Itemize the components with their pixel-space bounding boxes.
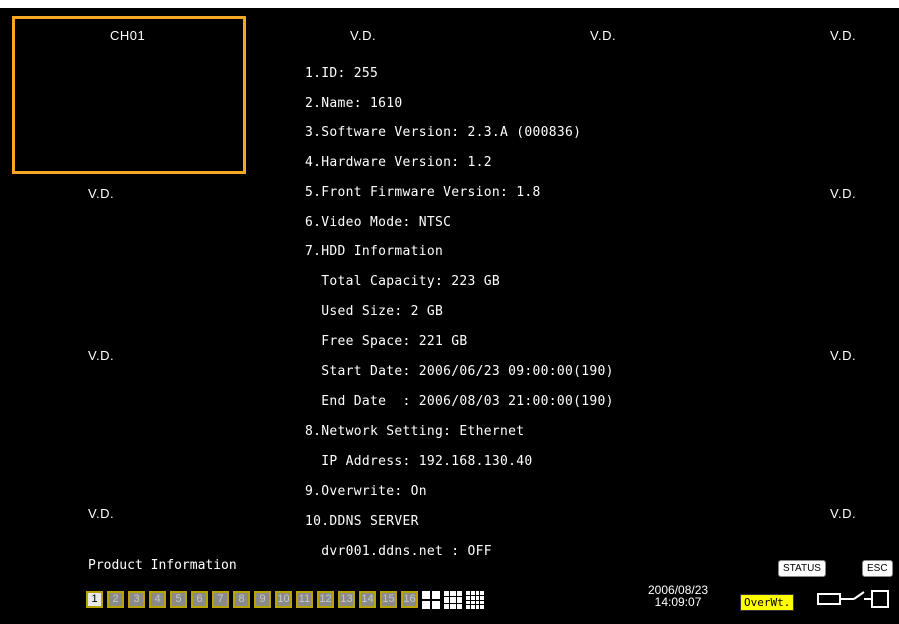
video-detect-label-3: V.D. [590,28,617,43]
channel-button-13[interactable]: 13 [338,591,355,608]
channel-button-9[interactable]: 9 [254,591,271,608]
datetime-display: 2006/08/23 14:09:07 [648,584,708,608]
info-id: 1.ID: 255 [305,66,379,81]
info-ip-address: IP Address: 192.168.130.40 [305,454,533,469]
quad-view-icon[interactable] [422,591,440,609]
channel-button-3[interactable]: 3 [128,591,145,608]
channel-button-14[interactable]: 14 [359,591,376,608]
info-free-space: Free Space: 221 GB [305,334,468,349]
info-end-date: End Date : 2006/08/03 21:00:00(190) [305,394,614,409]
channel-button-8[interactable]: 8 [233,591,250,608]
video-detect-label-16: V.D. [830,506,857,521]
channel-selector: 1 2 3 4 5 6 7 8 9 10 11 12 13 14 15 16 [86,591,484,613]
channel-button-12[interactable]: 12 [317,591,334,608]
video-detect-label-2: V.D. [350,28,377,43]
info-network-setting: 8.Network Setting: Ethernet [305,424,525,439]
info-hardware-version: 4.Hardware Version: 1.2 [305,155,492,170]
channel-button-1[interactable]: 1 [86,591,103,608]
dvr-screen: CH01 V.D. V.D. V.D. V.D. V.D. V.D. V.D. … [0,8,899,624]
info-software-version: 3.Software Version: 2.3.A (000836) [305,125,582,140]
info-name: 2.Name: 1610 [305,96,403,111]
channel-button-11[interactable]: 11 [296,591,313,608]
channel-button-6[interactable]: 6 [191,591,208,608]
info-ddns-server: dvr001.ddns.net : OFF [305,544,492,559]
status-button[interactable]: STATUS [778,560,826,577]
info-used-size: Used Size: 2 GB [305,304,444,319]
info-video-mode: 6.Video Mode: NTSC [305,215,452,230]
video-detect-label-4: V.D. [830,28,857,43]
info-overwrite: 9.Overwrite: On [305,484,427,499]
esc-button[interactable]: ESC [862,560,893,577]
info-front-firmware: 5.Front Firmware Version: 1.8 [305,185,541,200]
info-hdd-header: 7.HDD Information [305,244,444,259]
sixteen-view-icon[interactable] [466,591,484,609]
channel-button-5[interactable]: 5 [170,591,187,608]
overwrite-badge: OverWt. [740,594,795,611]
network-connection-icon [817,590,889,608]
video-detect-label-12: V.D. [830,348,857,363]
channel-button-7[interactable]: 7 [212,591,229,608]
product-information-title: Product Information [88,558,237,573]
video-detect-label-13: V.D. [88,506,115,521]
video-detect-label-9: V.D. [88,348,115,363]
info-total-capacity: Total Capacity: 223 GB [305,274,501,289]
video-detect-label-8: V.D. [830,186,857,201]
channel-button-16[interactable]: 16 [401,591,418,608]
channel-button-4[interactable]: 4 [149,591,166,608]
channel-button-15[interactable]: 15 [380,591,397,608]
video-detect-label-5: V.D. [88,186,115,201]
info-ddns-header: 10.DDNS SERVER [305,514,419,529]
nine-view-icon[interactable] [444,591,462,609]
time-text: 14:09:07 [654,595,702,609]
channel-button-2[interactable]: 2 [107,591,124,608]
channel-label: CH01 [110,28,146,43]
info-start-date: Start Date: 2006/06/23 09:00:00(190) [305,364,614,379]
channel-button-10[interactable]: 10 [275,591,292,608]
